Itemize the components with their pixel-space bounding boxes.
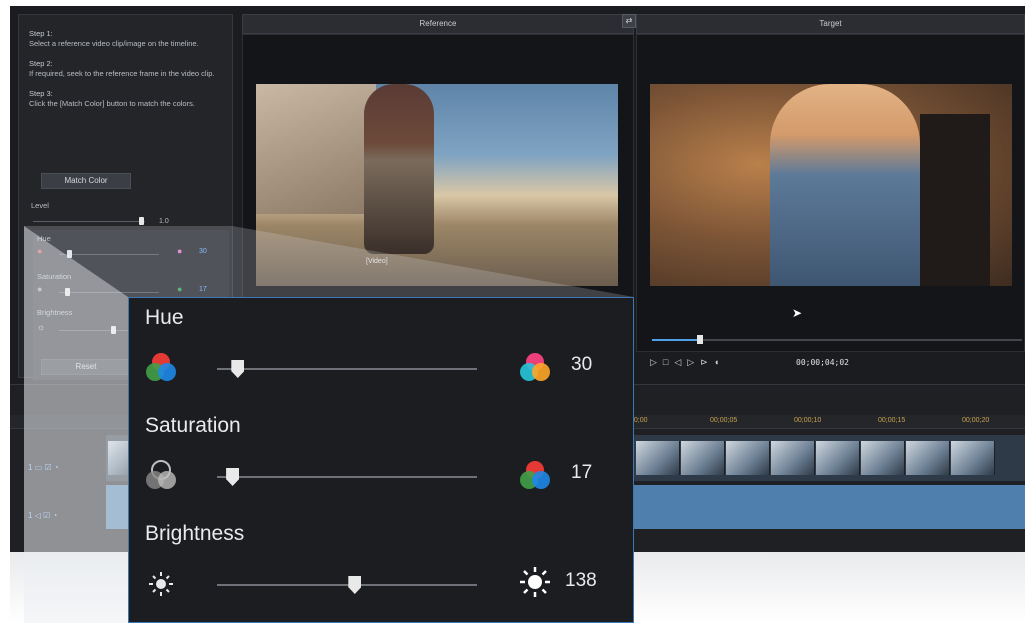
level-value: 1.0 [159,218,169,225]
mini-brightness-label: Brightness [37,308,73,317]
mini-saturation-track[interactable] [59,292,159,293]
audio-track-id: 1 [28,511,33,520]
step-2: Step 2: If required, seek to the referen… [19,59,232,79]
swap-panes-button[interactable]: ⇄ [622,14,636,28]
next-frame-icon[interactable]: ▷ [687,357,700,367]
brightness-value: 138 [565,570,597,591]
saturation-label: Saturation [145,414,241,437]
saturation-slider-track[interactable] [217,476,477,478]
stop-icon[interactable]: □ [663,357,674,367]
clip-thumbnail [861,441,905,475]
saturation-gray-icon: ● [37,284,43,294]
brightness-low-icon: ☼ [37,322,46,332]
reference-caption: [Video] [366,258,388,265]
level-slider-thumb[interactable] [139,217,144,225]
brightness-label: Brightness [145,522,245,545]
playback-controls: ▷□◁▷⊳◖ [650,357,725,368]
ruler-tick-2: 00;00;10 [794,417,822,424]
mini-brightness-thumb[interactable] [111,326,116,334]
mini-saturation-value: 17 [199,286,207,293]
step-3-title: Step 3: [29,89,53,98]
mini-saturation-thumb[interactable] [65,288,70,296]
mouse-cursor-icon: ➤ [792,306,803,320]
hue-slider-thumb[interactable] [231,360,245,378]
match-color-button[interactable]: Match Color [41,173,131,189]
target-scrubber[interactable] [652,335,1022,344]
scrubber-thumb[interactable] [697,335,704,344]
reference-skater-shape [364,84,434,254]
saturation-color-icon: ● [177,284,183,294]
ruler-tick-1: 00;00;05 [710,417,738,424]
play-icon[interactable]: ▷ [650,357,663,367]
target-video-frame [650,84,1012,286]
brightness-slider-thumb[interactable] [348,576,362,594]
video-track-header[interactable]: 1 ▭ ☑ ◔ [28,463,59,472]
reference-pane-title: Reference [242,14,634,34]
saturation-color-icon [520,461,550,489]
hue-label: Hue [145,306,184,329]
target-pane-title: Target [636,14,1025,34]
level-label: Level [31,201,49,210]
clip-thumbnail [681,441,725,475]
reset-button[interactable]: Reset [41,359,131,375]
brightness-slider-track[interactable] [217,584,477,586]
target-jacket-shape [920,114,990,286]
prev-frame-icon[interactable]: ◁ [674,357,687,367]
ruler-tick-4: 00;00;20 [962,417,990,424]
clip-thumbnail [726,441,770,475]
reference-building-shape [256,84,376,214]
clip-thumbnail [906,441,950,475]
saturation-gray-icon [146,460,176,489]
reference-video-frame [256,84,618,286]
scrubber-fill [652,339,701,341]
mini-hue-label: Hue [37,234,51,243]
step-3-text: Click the [Match Color] button to match … [29,99,195,108]
target-person-shape [770,84,920,286]
mini-hue-value: 30 [199,248,207,255]
video-track-id: 1 [28,463,33,472]
step-1-title: Step 1: [29,29,53,38]
brightness-high-icon [520,567,550,597]
mini-saturation-label: Saturation [37,272,72,281]
hue-slider-track[interactable] [217,368,477,370]
hue-value: 30 [571,354,593,375]
step-2-title: Step 2: [29,59,53,68]
mini-hue-track[interactable] [59,254,159,255]
hue-rgb-icon [146,353,176,381]
saturation-value: 17 [571,462,593,483]
clip-thumbnail [771,441,815,475]
brightness-low-icon [149,572,173,596]
volume-icon[interactable]: ◖ [714,357,725,367]
clip-thumbnail [816,441,860,475]
timecode: 00;00;04;02 [796,358,849,367]
hue-shifted-icon [520,353,550,381]
mini-hue-thumb[interactable] [67,250,72,258]
ruler-tick-3: 00;00;15 [878,417,906,424]
hue-shifted-icon: ● [177,246,183,256]
clip-thumbnail [636,441,680,475]
clip-thumbnail [951,441,995,475]
fast-forward-icon[interactable]: ⊳ [700,357,714,367]
audio-track-header[interactable]: 1 ◁ ☑ ◔ [28,511,57,520]
zoomed-adjust-panel: Hue 30 Saturation 17 Brightness 138 [128,297,634,623]
level-slider-track[interactable] [33,221,145,222]
step-2-text: If required, seek to the reference frame… [29,69,215,78]
step-3: Step 3: Click the [Match Color] button t… [19,89,232,109]
step-1-text: Select a reference video clip/image on t… [29,39,199,48]
step-1: Step 1: Select a reference video clip/im… [19,29,232,49]
hue-rgb-icon: ● [37,246,43,256]
saturation-slider-thumb[interactable] [226,468,240,486]
